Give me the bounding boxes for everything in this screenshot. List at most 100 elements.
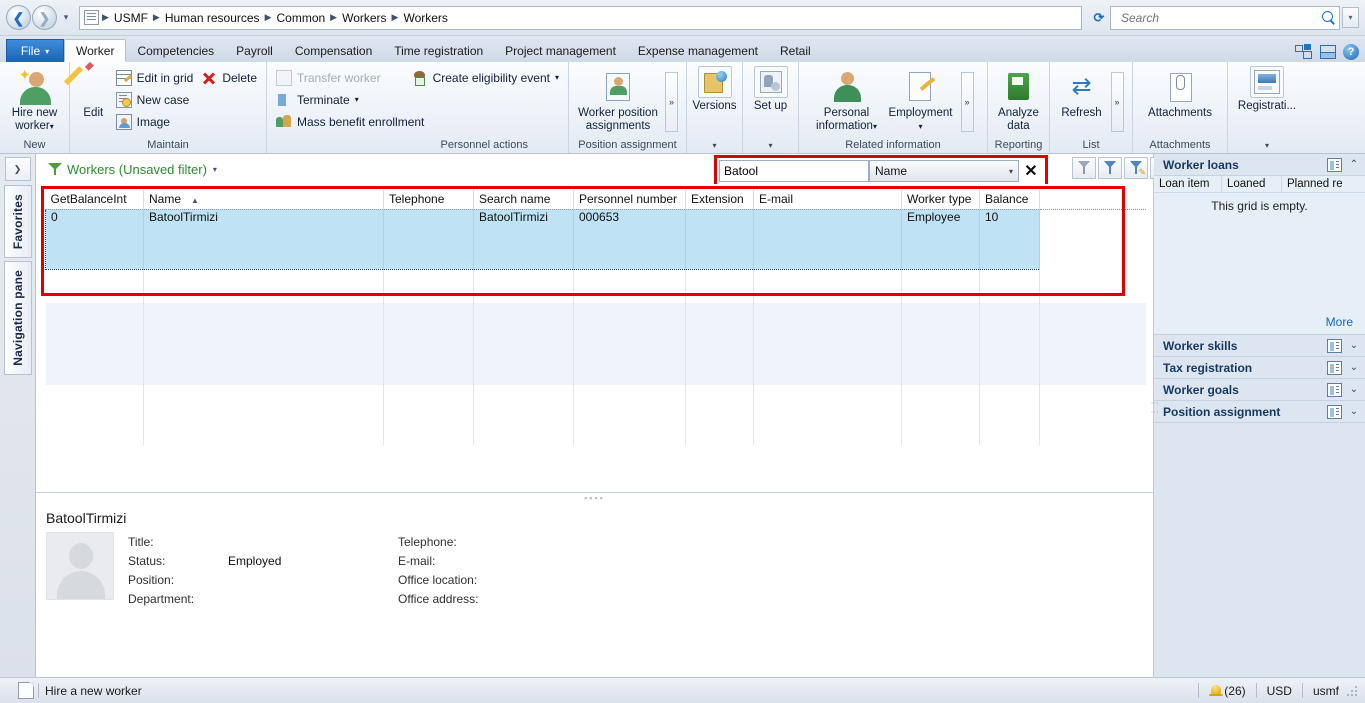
setup-button[interactable]: Set up bbox=[748, 66, 793, 113]
clear-filter-button[interactable]: ✕ bbox=[1019, 160, 1043, 182]
factbox-header-worker-loans[interactable]: Worker loans ⌃ bbox=[1154, 154, 1365, 176]
cell-extension[interactable] bbox=[685, 209, 754, 270]
create-eligibility-event-button[interactable]: Create eligibility event ▾ bbox=[408, 67, 563, 88]
transfer-worker-button[interactable]: Transfer worker bbox=[272, 67, 408, 88]
factbox-detail-icon[interactable] bbox=[1327, 157, 1342, 172]
sidebar-item-favorites[interactable]: Favorites bbox=[3, 185, 32, 259]
delete-button[interactable]: Delete bbox=[197, 67, 261, 88]
more-link[interactable]: More bbox=[1326, 315, 1353, 329]
document-icon[interactable] bbox=[18, 682, 34, 699]
breadcrumb[interactable]: ▶ USMF ▶ Human resources ▶ Common ▶ Work… bbox=[79, 5, 1082, 30]
breadcrumb-item-0[interactable]: USMF bbox=[110, 11, 152, 25]
image-button[interactable]: Image bbox=[112, 111, 261, 132]
factbox-detail-icon[interactable] bbox=[1327, 360, 1342, 375]
column-header-search-name[interactable]: Search name bbox=[473, 190, 574, 210]
notification-bell-icon[interactable] bbox=[1209, 684, 1224, 698]
search-dropdown-icon[interactable]: ▾ bbox=[1342, 7, 1359, 28]
tab-project-management[interactable]: Project management bbox=[494, 39, 627, 62]
layout-panel-icon[interactable] bbox=[1319, 43, 1336, 60]
tab-competencies[interactable]: Competencies bbox=[126, 39, 225, 62]
tab-file[interactable]: File ▾ bbox=[6, 39, 64, 62]
tab-payroll[interactable]: Payroll bbox=[225, 39, 284, 62]
column-header-email[interactable]: E-mail bbox=[753, 190, 902, 210]
chevron-down-icon[interactable]: ▾ bbox=[213, 165, 217, 174]
column-header-worker-type[interactable]: Worker type bbox=[901, 190, 980, 210]
workspace-icon[interactable] bbox=[1295, 43, 1312, 60]
factbox-header-worker-goals[interactable]: Worker goals ⌄ bbox=[1154, 379, 1365, 401]
breadcrumb-item-3[interactable]: Workers bbox=[338, 11, 390, 25]
versions-group-dropdown-icon[interactable]: ▾ bbox=[687, 138, 742, 153]
refresh-button[interactable]: ⇄ Refresh bbox=[1056, 66, 1108, 120]
cell-balance[interactable]: 10 bbox=[979, 209, 1040, 270]
column-header-name[interactable]: Name ▲ bbox=[143, 190, 384, 210]
column-header-getbalanceint[interactable]: GetBalanceInt bbox=[45, 190, 144, 210]
table-row[interactable]: 0 BatoolTirmizi BatoolTirmizi 000653 Emp… bbox=[45, 209, 1146, 270]
worker-position-assignments-button[interactable]: Worker position assignments bbox=[574, 66, 662, 133]
advanced-filter-button[interactable]: ✎ bbox=[1124, 157, 1148, 179]
search-icon[interactable] bbox=[1320, 9, 1337, 26]
tab-worker[interactable]: Worker bbox=[64, 39, 127, 62]
versions-button[interactable]: Versions bbox=[692, 66, 737, 113]
column-header-extension[interactable]: Extension bbox=[685, 190, 754, 210]
factbox-detail-icon[interactable] bbox=[1327, 382, 1342, 397]
chevron-down-icon[interactable]: ⌄ bbox=[1349, 362, 1359, 373]
column-header-personnel-number[interactable]: Personnel number bbox=[573, 190, 686, 210]
recent-locations-dropdown-icon[interactable]: ▾ bbox=[59, 12, 73, 23]
forward-button[interactable]: ❯ bbox=[32, 5, 57, 30]
breadcrumb-item-1[interactable]: Human resources bbox=[161, 11, 264, 25]
factbox-header-tax-registration[interactable]: Tax registration ⌄ bbox=[1154, 357, 1365, 379]
pane-resize-grip-icon[interactable]: ⋮⋮ bbox=[1150, 399, 1159, 417]
column-header-telephone[interactable]: Telephone bbox=[383, 190, 474, 210]
chevron-down-icon[interactable]: ⌄ bbox=[1349, 406, 1359, 417]
chevron-down-icon[interactable]: ⌄ bbox=[1349, 340, 1359, 351]
back-button[interactable]: ❮ bbox=[6, 5, 31, 30]
registration-group-dropdown-icon[interactable]: ▾ bbox=[1228, 138, 1306, 153]
analyze-data-button[interactable]: Analyze data bbox=[993, 66, 1044, 133]
position-assignment-expand-icon[interactable]: » bbox=[665, 72, 678, 132]
edit-button[interactable]: Edit bbox=[75, 66, 112, 120]
cell-name[interactable]: BatoolTirmizi bbox=[143, 209, 384, 270]
grid-detail-splitter[interactable]: ▪▪▪▪ bbox=[36, 492, 1153, 502]
cell-search-name[interactable]: BatoolTirmizi bbox=[473, 209, 574, 270]
cell-telephone[interactable] bbox=[383, 209, 474, 270]
terminate-button[interactable]: Terminate ▾ bbox=[272, 89, 563, 110]
related-information-expand-icon[interactable]: » bbox=[960, 72, 974, 132]
global-search[interactable] bbox=[1110, 5, 1340, 30]
filter-by-grid-button[interactable] bbox=[1098, 157, 1122, 179]
column-header-loaned[interactable]: Loaned bbox=[1222, 176, 1282, 192]
notification-count[interactable]: (26) bbox=[1224, 684, 1245, 698]
tab-compensation[interactable]: Compensation bbox=[284, 39, 383, 62]
list-expand-icon[interactable]: » bbox=[1110, 72, 1124, 132]
factbox-header-position-assignment[interactable]: Position assignment ⌄ bbox=[1154, 401, 1365, 423]
column-header-loan-item[interactable]: Loan item bbox=[1154, 176, 1222, 192]
tab-expense-management[interactable]: Expense management bbox=[627, 39, 769, 62]
search-input[interactable] bbox=[1119, 9, 1320, 26]
breadcrumb-item-2[interactable]: Common bbox=[272, 11, 329, 25]
hire-new-worker-button[interactable]: ✦ Hire new worker▾ bbox=[5, 66, 64, 133]
help-icon[interactable]: ? bbox=[1343, 43, 1359, 60]
edit-in-grid-button[interactable]: Edit in grid bbox=[112, 67, 198, 88]
column-header-balance[interactable]: Balance bbox=[979, 190, 1040, 210]
cell-getbalanceint[interactable]: 0 bbox=[45, 209, 144, 270]
factbox-detail-icon[interactable] bbox=[1327, 338, 1342, 353]
sidebar-item-navigation-pane[interactable]: Navigation pane bbox=[3, 261, 32, 375]
cell-email[interactable] bbox=[753, 209, 902, 270]
tab-time-registration[interactable]: Time registration bbox=[383, 39, 494, 62]
column-header-planned-return[interactable]: Planned re bbox=[1282, 176, 1365, 192]
registration-button[interactable]: Registrati... bbox=[1233, 66, 1301, 113]
refresh-icon[interactable]: ⟳ bbox=[1088, 7, 1110, 29]
cell-worker-type[interactable]: Employee bbox=[901, 209, 980, 270]
factbox-header-worker-skills[interactable]: Worker skills ⌄ bbox=[1154, 335, 1365, 357]
mass-benefit-enrollment-button[interactable]: Mass benefit enrollment bbox=[272, 111, 563, 132]
cell-personnel-number[interactable]: 000653 bbox=[573, 209, 686, 270]
quick-filter-field-select[interactable]: Name ▾ bbox=[869, 160, 1019, 182]
filter-by-selection-button[interactable] bbox=[1072, 157, 1096, 179]
chevron-up-icon[interactable]: ⌃ bbox=[1349, 159, 1359, 170]
tab-retail[interactable]: Retail bbox=[769, 39, 822, 62]
employment-button[interactable]: Employment ▾ bbox=[884, 66, 958, 133]
chevron-down-icon[interactable]: ⌄ bbox=[1349, 384, 1359, 395]
breadcrumb-item-4[interactable]: Workers bbox=[399, 11, 451, 25]
setup-group-dropdown-icon[interactable]: ▾ bbox=[743, 138, 798, 153]
new-case-button[interactable]: New case bbox=[112, 89, 261, 110]
attachments-button[interactable]: Attachments bbox=[1138, 66, 1222, 120]
